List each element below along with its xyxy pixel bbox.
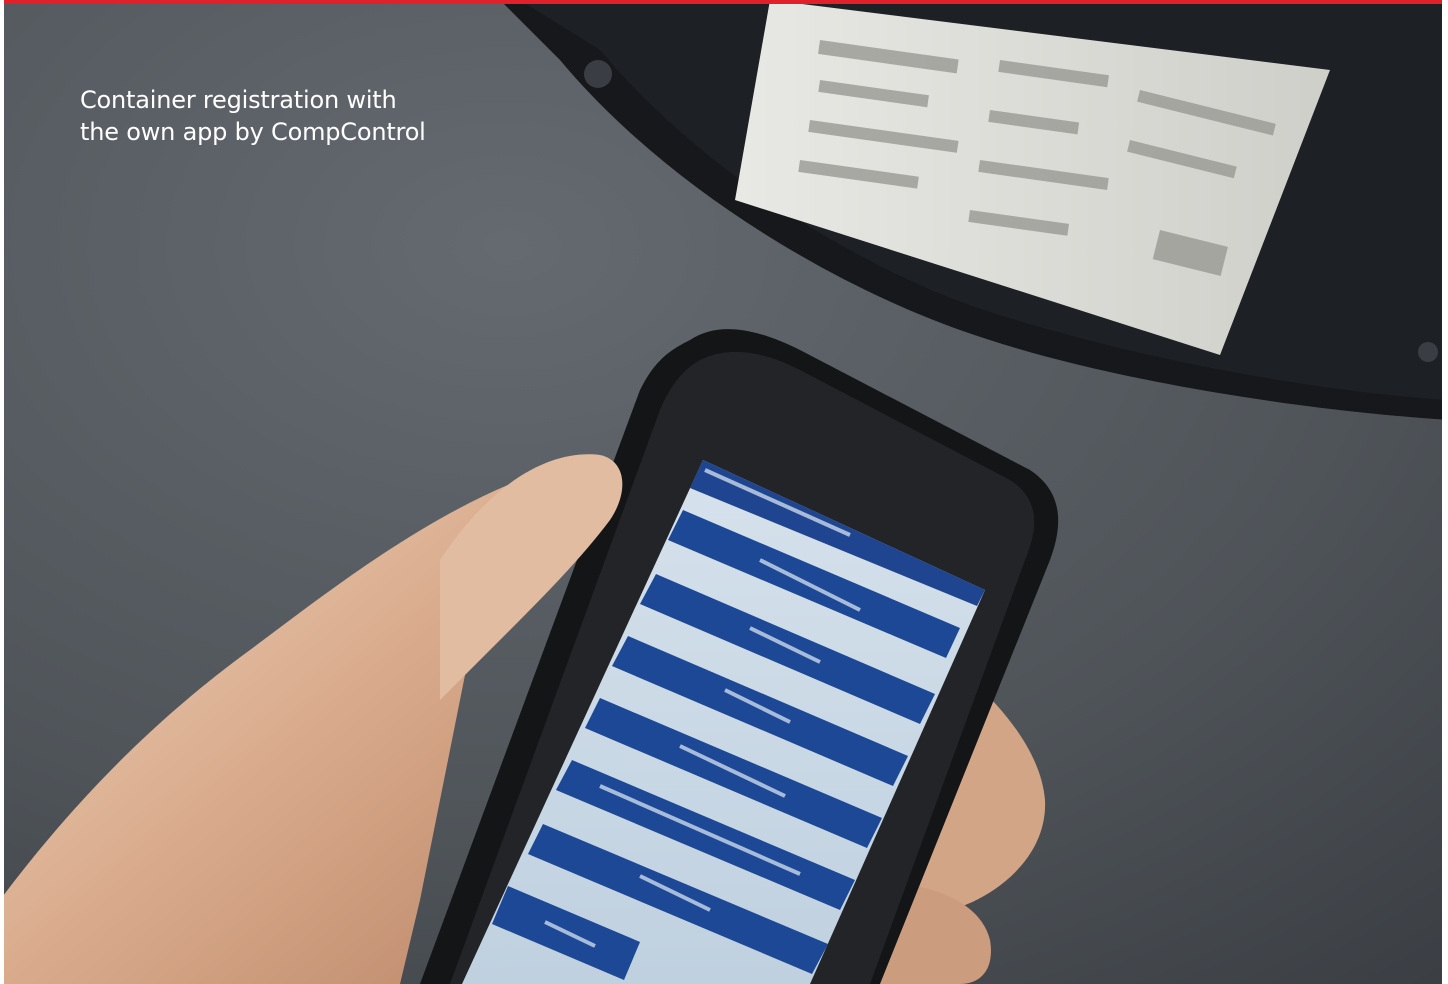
photo-frame: Container registration with the own app … xyxy=(0,0,1448,984)
accent-bar xyxy=(0,0,1448,4)
photo-caption: Container registration with the own app … xyxy=(80,84,500,148)
left-border xyxy=(0,0,4,984)
right-border xyxy=(1442,0,1448,984)
caption-line-2: the own app by CompControl xyxy=(80,118,426,146)
caption-line-1: Container registration with xyxy=(80,86,397,114)
